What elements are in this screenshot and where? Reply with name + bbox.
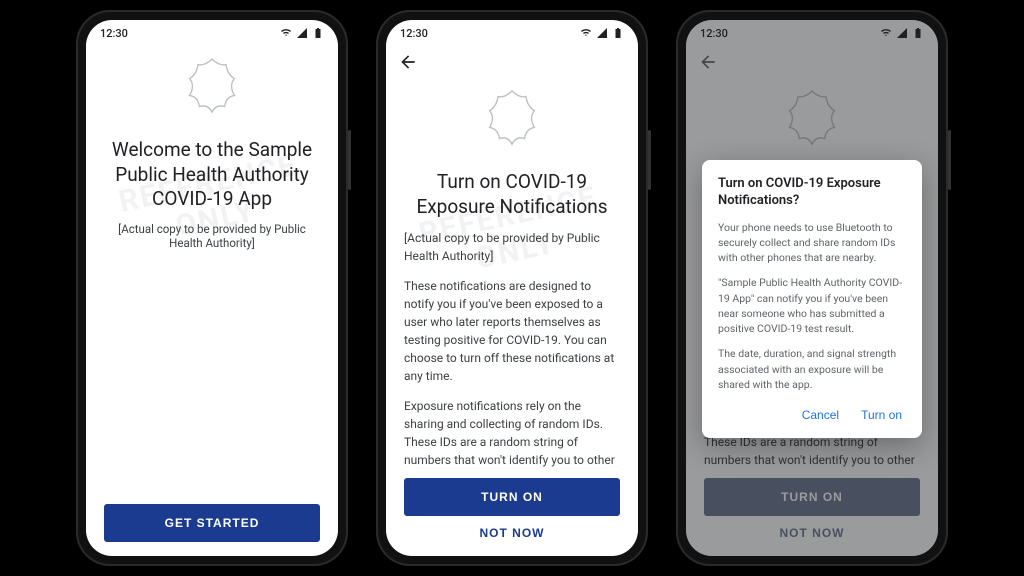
dialog-confirm-button[interactable]: Turn on [857,402,906,428]
battery-icon [312,27,324,39]
phone-frame-2: 12:30 REFERENCE ONLY Turn on COVID-19 Ex… [376,10,648,566]
back-arrow-icon[interactable] [398,52,418,72]
signal-icon [596,27,608,39]
dialog-cancel-button[interactable]: Cancel [798,402,843,428]
status-time: 12:30 [100,27,128,40]
turn-on-button[interactable]: TURN ON [404,478,620,516]
signal-icon [296,27,308,39]
battery-icon [612,27,624,39]
turn-on-title: Turn on COVID-19 Exposure Notifications [404,170,620,219]
dialog-body-3: The date, duration, and signal strength … [718,346,906,392]
wifi-icon [280,27,292,39]
wifi-icon [580,27,592,39]
welcome-title: Welcome to the Sample Public Health Auth… [104,138,320,212]
status-bar: 12:30 [386,20,638,46]
app-logo-placeholder [177,52,247,122]
dialog-title: Turn on COVID-19 Exposure Notifications? [718,176,906,210]
dialog-body-1: Your phone needs to use Bluetooth to sec… [718,220,906,266]
status-bar: 12:30 [86,20,338,46]
turn-on-body-1: These notifications are designed to noti… [404,277,620,385]
phone-frame-3: 12:30 Turn on COVID-19 Exposure Notifica… [676,10,948,566]
status-time: 12:30 [400,27,428,40]
not-now-button[interactable]: NOT NOW [404,516,620,542]
permission-dialog: Turn on COVID-19 Exposure Notifications?… [702,160,922,438]
turn-on-body-2: Exposure notifications rely on the shari… [404,397,620,468]
status-icons [280,27,324,39]
phone-frame-1: 12:30 REFERENCE ONLY Welcome to the Samp… [76,10,348,566]
welcome-subtitle: [Actual copy to be provided by Public He… [104,222,320,250]
screen-dialog: 12:30 Turn on COVID-19 Exposure Notifica… [686,20,938,556]
turn-on-subtitle: [Actual copy to be provided by Public He… [404,229,620,265]
status-icons [580,27,624,39]
dialog-body-2: "Sample Public Health Authority COVID-19… [718,275,906,336]
screen-welcome: 12:30 REFERENCE ONLY Welcome to the Samp… [86,20,338,556]
phone-lineup: 12:30 REFERENCE ONLY Welcome to the Samp… [0,0,1024,576]
get-started-button[interactable]: GET STARTED [104,504,320,542]
screen-turn-on: 12:30 REFERENCE ONLY Turn on COVID-19 Ex… [386,20,638,556]
app-logo-placeholder [477,84,547,154]
